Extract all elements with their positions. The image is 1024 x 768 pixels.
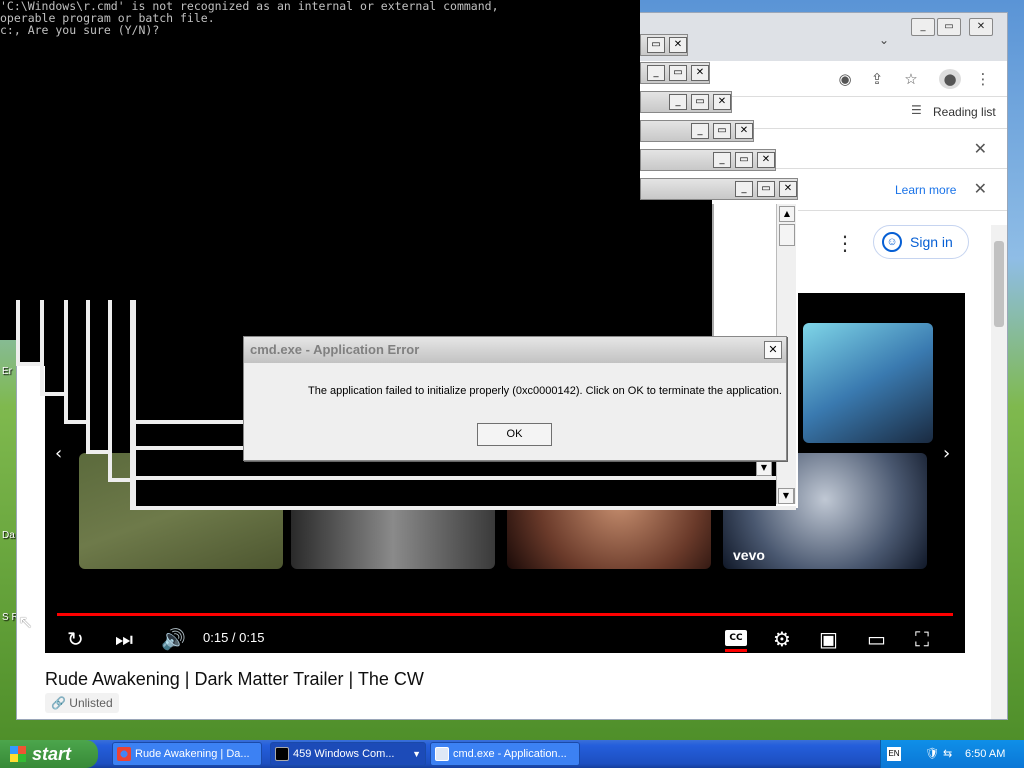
window-frame	[136, 420, 244, 424]
minimize-button[interactable]: _	[691, 123, 709, 139]
vevo-logo: vevo	[733, 547, 765, 563]
maximize-button[interactable]: ▭	[713, 123, 731, 139]
account-icon: ☺	[882, 232, 902, 252]
related-video-thumbnail[interactable]	[803, 323, 933, 443]
unlisted-label: Unlisted	[69, 696, 113, 710]
video-title: Rude Awakening | Dark Matter Trailer | T…	[45, 669, 424, 689]
clock[interactable]: 6:50 AM	[965, 740, 1005, 768]
close-button[interactable]: ✕	[969, 18, 993, 36]
learn-more-link[interactable]: Learn more	[895, 183, 956, 197]
mouse-cursor-icon: ↖	[18, 612, 34, 633]
reading-list-icon: ☰	[911, 103, 922, 117]
window-titlebar[interactable]: _ ▭ ✕	[640, 62, 710, 84]
scrollbar-thumb[interactable]	[779, 224, 795, 246]
minimize-button[interactable]: _	[713, 152, 731, 168]
menu-icon[interactable]: ⋮	[973, 69, 993, 89]
scroll-down-icon[interactable]: ▼	[756, 460, 772, 476]
window-frame	[136, 446, 244, 450]
window-titlebar[interactable]: _ ▭ ✕	[640, 91, 732, 113]
close-button[interactable]: ✕	[691, 65, 709, 81]
window-titlebar[interactable]: _ ▭ ✕	[640, 178, 798, 200]
dropdown-arrow-icon[interactable]: ▼	[412, 743, 421, 765]
scrollbar-thumb[interactable]	[994, 241, 1004, 327]
maximize-button[interactable]: ▭	[937, 18, 961, 36]
ok-button[interactable]: OK	[477, 423, 552, 446]
window-frame	[136, 476, 776, 480]
next-icon[interactable]: ⏭	[115, 627, 133, 651]
window-titlebar[interactable]: _ ▭ ✕	[640, 149, 776, 171]
theater-mode-icon[interactable]: ▭	[867, 627, 886, 651]
tab-search-icon[interactable]: ⌄	[879, 33, 889, 47]
start-button[interactable]: start	[0, 740, 98, 768]
volume-icon[interactable]: 🔊	[161, 627, 186, 651]
fullscreen-icon[interactable]: ⛶	[915, 627, 929, 651]
close-icon[interactable]: ✕	[974, 179, 987, 198]
time-display: 0:15 / 0:15	[203, 630, 265, 645]
window-frame	[86, 300, 110, 454]
minimize-button[interactable]: _	[669, 94, 687, 110]
minimize-button[interactable]: _	[911, 18, 935, 36]
more-options-icon[interactable]: ⋮	[835, 231, 855, 255]
window-frame	[64, 300, 88, 424]
taskbar-item-label: 459 Windows Com...	[293, 748, 395, 760]
window-titlebar[interactable]: ▭ ✕	[640, 34, 688, 56]
maximize-button[interactable]: ▭	[757, 181, 775, 197]
error-dialog: cmd.exe - Application Error ✕ The applic…	[243, 336, 787, 461]
settings-icon[interactable]: ⚙	[773, 627, 791, 651]
shield-icon[interactable]: 🛡	[925, 740, 939, 768]
console-output: 'C:\Windows\r.cmd' is not recognized as …	[0, 0, 640, 300]
close-button[interactable]: ✕	[757, 152, 775, 168]
eye-off-icon[interactable]: ◉	[835, 69, 855, 89]
taskbar: start Rude Awakening | Da... 459 Windows…	[0, 740, 1024, 768]
previous-arrow-icon[interactable]: ‹	[55, 443, 62, 464]
windows-logo-icon	[10, 746, 26, 762]
cmd-icon	[275, 747, 289, 761]
close-button[interactable]: ✕	[764, 341, 782, 359]
close-button[interactable]: ✕	[669, 37, 687, 53]
close-button[interactable]: ✕	[779, 181, 797, 197]
chrome-icon	[117, 747, 131, 761]
reading-list-button[interactable]: Reading list	[933, 105, 996, 119]
page-scrollbar[interactable]	[991, 225, 1007, 719]
window-icon	[435, 747, 449, 761]
close-icon[interactable]: ✕	[974, 139, 987, 158]
console-line: c:, Are you sure (Y/N)?	[0, 23, 160, 37]
unlisted-badge: 🔗 Unlisted	[45, 693, 119, 713]
sign-in-label: Sign in	[910, 234, 953, 250]
scroll-down-icon[interactable]: ▼	[778, 488, 794, 504]
close-button[interactable]: ✕	[713, 94, 731, 110]
scroll-up-icon[interactable]: ▲	[779, 206, 795, 222]
close-button[interactable]: ✕	[735, 123, 753, 139]
maximize-button[interactable]: ▭	[691, 94, 709, 110]
minimize-button[interactable]: ▭	[647, 37, 665, 53]
taskbar-item-windows-command[interactable]: 459 Windows Com... ▼	[270, 742, 426, 766]
taskbar-item-label: cmd.exe - Application...	[453, 748, 567, 760]
replay-icon[interactable]: ↻	[67, 627, 84, 651]
maximize-button[interactable]: ▭	[735, 152, 753, 168]
window-frame	[108, 300, 132, 482]
taskbar-item-cmd-error[interactable]: cmd.exe - Application...	[430, 742, 580, 766]
network-icon[interactable]: ⇆	[943, 740, 952, 768]
sign-in-button[interactable]: ☺ Sign in	[873, 225, 969, 259]
captions-button[interactable]: CC	[725, 630, 747, 652]
profile-icon[interactable]: ●	[939, 69, 961, 89]
taskbar-item-label: Rude Awakening | Da...	[135, 748, 250, 760]
star-icon[interactable]: ☆	[901, 69, 921, 89]
minimize-button[interactable]: _	[647, 65, 665, 81]
taskbar-item-chrome[interactable]: Rude Awakening | Da...	[112, 742, 262, 766]
share-icon[interactable]: ⇪	[867, 69, 887, 89]
progress-bar[interactable]	[57, 613, 953, 616]
window-titlebar[interactable]: _ ▭ ✕	[640, 120, 754, 142]
system-tray: EN 🛡 ⇆ 6:50 AM	[880, 740, 1024, 768]
language-indicator[interactable]: EN	[887, 747, 901, 761]
next-arrow-icon[interactable]: ›	[943, 443, 950, 464]
miniplayer-icon[interactable]: ▣	[819, 627, 838, 651]
start-label: start	[32, 744, 72, 764]
error-message: The application failed to initialize pro…	[308, 385, 782, 397]
dialog-title[interactable]: cmd.exe - Application Error	[244, 337, 786, 363]
minimize-button[interactable]: _	[735, 181, 753, 197]
maximize-button[interactable]: ▭	[669, 65, 687, 81]
window-frame	[136, 506, 796, 510]
